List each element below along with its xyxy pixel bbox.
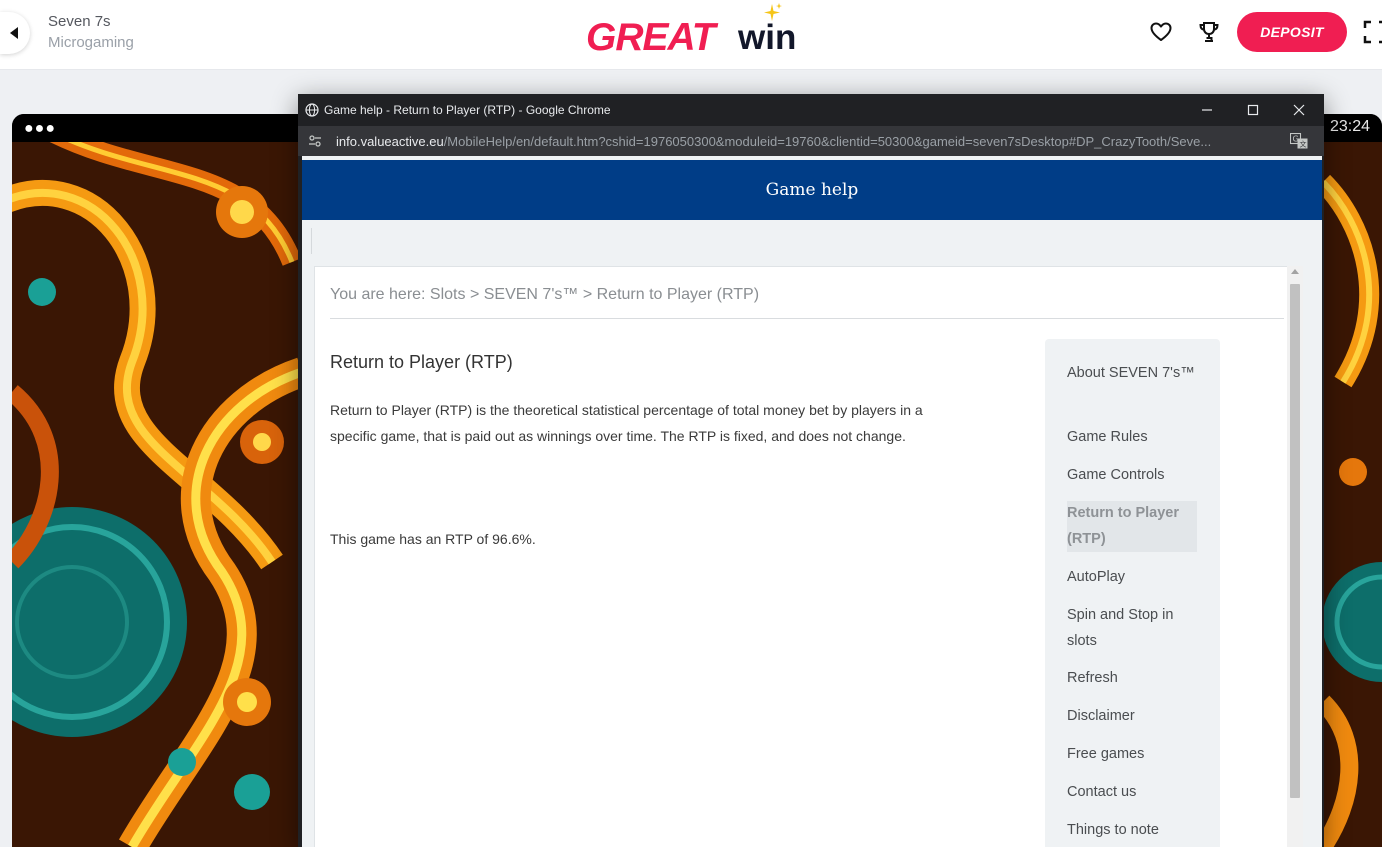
strip-divider xyxy=(311,228,312,254)
nav-item-refresh[interactable]: Refresh xyxy=(1067,666,1197,692)
nav-item-free-games[interactable]: Free games xyxy=(1067,742,1197,768)
nav-item-rtp[interactable]: Return to Player (RTP) xyxy=(1067,501,1197,552)
translate-icon[interactable]: G 文 xyxy=(1290,133,1308,149)
address-bar[interactable]: info.valueactive.eu/MobileHelp/en/defaul… xyxy=(298,126,1324,156)
close-window-button[interactable] xyxy=(1276,94,1322,126)
nav-item-about[interactable]: About SEVEN 7's™ xyxy=(1067,361,1197,387)
content-panel: You are here: Slots > SEVEN 7's™ > Retur… xyxy=(314,266,1297,847)
nav-item-things-to-note[interactable]: Things to note xyxy=(1067,818,1197,844)
maximize-icon xyxy=(1247,104,1259,116)
game-clock: 23:24 xyxy=(1329,118,1370,135)
url-text[interactable]: info.valueactive.eu/MobileHelp/en/defaul… xyxy=(336,134,1286,149)
help-nav: About SEVEN 7's™ Game Rules Game Control… xyxy=(1045,339,1220,847)
site-header: Seven 7s Microgaming GREAT win DEPOSIT xyxy=(0,0,1382,70)
rtp-statement: This game has an RTP of 96.6%. xyxy=(330,531,536,547)
help-page: Game help You are here: Slots > SEVEN 7'… xyxy=(302,156,1322,847)
scroll-up-arrow-icon[interactable] xyxy=(1291,269,1299,274)
help-header: Game help xyxy=(302,160,1322,220)
url-domain: info.valueactive.eu xyxy=(336,134,444,149)
game-artwork-right xyxy=(1323,142,1382,847)
sparkle-icon xyxy=(764,3,782,21)
game-provider: Microgaming xyxy=(48,34,134,51)
fullscreen-icon[interactable] xyxy=(1363,20,1382,44)
nav-item-disclaimer[interactable]: Disclaimer xyxy=(1067,704,1197,730)
nav-item-game-rules[interactable]: Game Rules xyxy=(1067,425,1197,451)
scroll-thumb[interactable] xyxy=(1290,284,1300,798)
window-titlebar[interactable]: Game help - Return to Player (RTP) - Goo… xyxy=(298,94,1324,126)
nav-item-spin-stop[interactable]: Spin and Stop in slots xyxy=(1067,603,1197,654)
window-title: Game help - Return to Player (RTP) - Goo… xyxy=(324,103,611,117)
globe-icon xyxy=(305,103,319,117)
site-info-icon[interactable] xyxy=(308,134,322,148)
page-heading: Return to Player (RTP) xyxy=(330,352,513,372)
nav-item-autoplay[interactable]: AutoPlay xyxy=(1067,565,1197,591)
dots-menu-icon[interactable]: ●●● xyxy=(24,120,56,138)
close-icon xyxy=(1293,104,1305,116)
back-button[interactable] xyxy=(0,12,30,54)
minimize-button[interactable] xyxy=(1184,94,1230,126)
breadcrumb[interactable]: You are here: Slots > SEVEN 7's™ > Retur… xyxy=(330,286,759,304)
help-toolbar-strip xyxy=(302,220,1322,266)
game-artwork-left xyxy=(12,142,302,847)
heart-icon[interactable] xyxy=(1149,20,1173,44)
trophy-icon[interactable] xyxy=(1197,20,1221,44)
url-path: /MobileHelp/en/default.htm?cshid=1976050… xyxy=(443,134,1212,149)
deposit-button[interactable]: DEPOSIT xyxy=(1237,12,1347,52)
minimize-icon xyxy=(1202,109,1212,111)
nav-item-game-controls[interactable]: Game Controls xyxy=(1067,463,1197,489)
nav-item-contact[interactable]: Contact us xyxy=(1067,780,1197,806)
breadcrumb-divider xyxy=(330,318,1284,319)
logo-primary-text: GREAT xyxy=(586,16,716,59)
content-scrollbar[interactable] xyxy=(1287,266,1303,847)
maximize-button[interactable] xyxy=(1230,94,1276,126)
chrome-popup-window[interactable]: Game help - Return to Player (RTP) - Goo… xyxy=(298,94,1324,847)
back-arrow-icon xyxy=(10,27,18,39)
svg-text:文: 文 xyxy=(1300,140,1307,149)
rtp-description: Return to Player (RTP) is the theoretica… xyxy=(330,402,923,444)
game-title: Seven 7s xyxy=(48,13,111,30)
